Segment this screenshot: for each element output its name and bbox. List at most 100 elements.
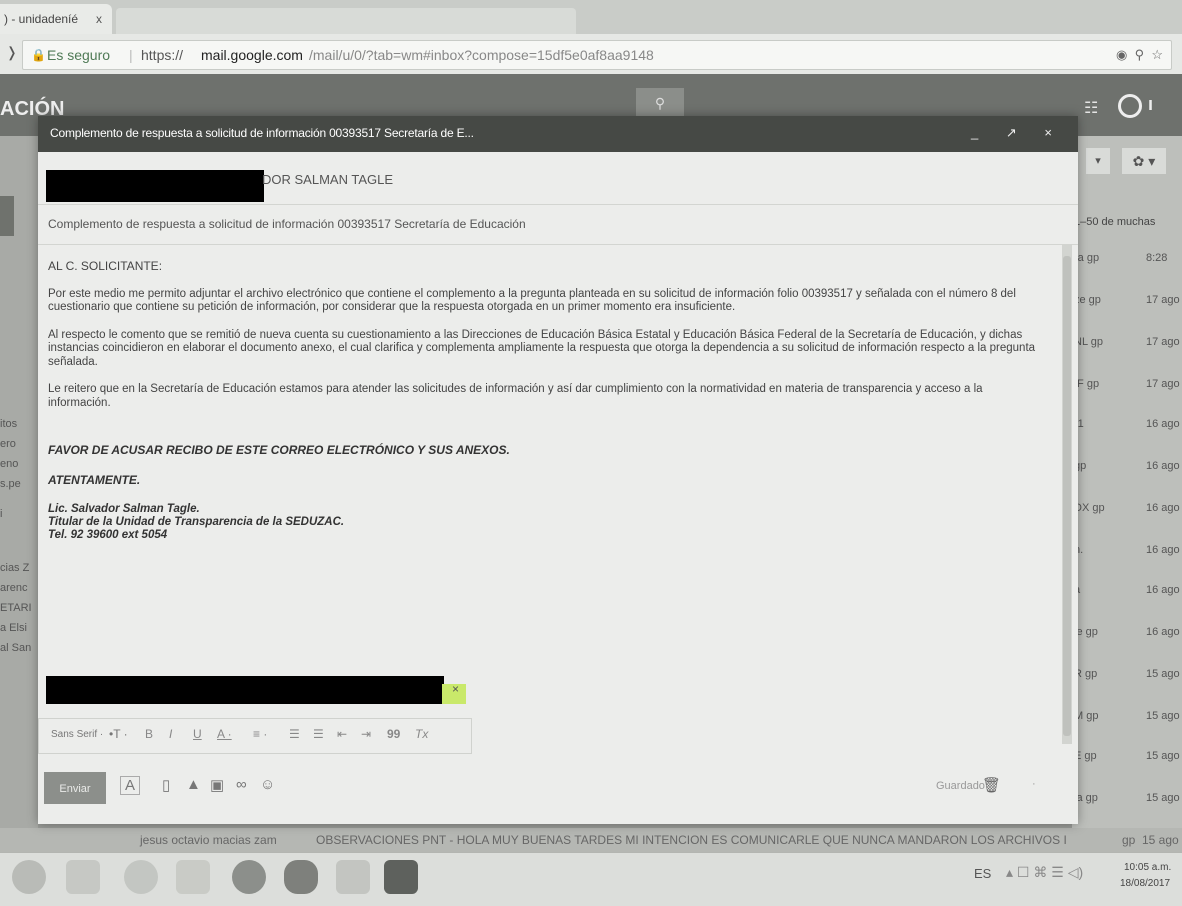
insert-link-icon[interactable]: ∞ [236,776,247,793]
mail-row[interactable]: NL gp 17 ago [1074,336,1182,356]
body-closing: ATENTAMENTE. [48,472,141,487]
message-body[interactable]: AL C. SOLICITANTE: Por este medio me per… [48,256,1048,542]
mail-row-date: 17 ago [1146,294,1180,306]
mail-row[interactable]: ze gp 17 ago [1074,294,1182,314]
mail-row-date: 16 ago [1146,626,1180,638]
clock-date[interactable]: 18/08/2017 [1120,878,1170,889]
font-select[interactable]: Sans Serif · [51,729,103,740]
left-nav-item[interactable]: i [0,508,2,520]
signature-name: Lic. Salvador Salman Tagle. [48,503,200,515]
bold-button[interactable]: B [145,727,153,741]
file-explorer-icon[interactable] [176,860,210,894]
url-path: /mail/u/0/?tab=wm#inbox?compose=15df5e0a… [309,47,654,63]
text-format-icon[interactable]: A [120,776,141,795]
scrollbar-thumb[interactable] [1063,256,1071,736]
bulleted-list-button[interactable]: ☰ [313,727,324,741]
url-host: mail.google.com [201,47,303,63]
mail-row[interactable]: R gp 15 ago [1074,668,1182,688]
align-button[interactable]: ≡ · [253,727,267,741]
attachment-redacted [46,676,444,704]
lock-icon: 🔒 [31,48,46,62]
gear-icon[interactable]: ✿ ▾ [1122,148,1166,174]
mail-row-bottom[interactable]: jesus octavio macias zam OBSERVACIONES P… [0,828,1182,852]
browser-tab[interactable]: ) - unidadeníé x [0,4,112,34]
media-player-icon[interactable] [66,860,100,894]
emoji-icon[interactable]: ☺ [260,776,275,793]
mail-row[interactable]: E gp 15 ago [1074,750,1182,770]
mail-row-date: 16 ago [1146,544,1180,556]
start-icon[interactable] [12,860,46,894]
internet-explorer-icon[interactable] [124,860,158,894]
mail-row[interactable]: M gp 15 ago [1074,710,1182,730]
left-nav-item[interactable]: a Elsi [0,622,27,634]
back-icon[interactable]: ❭ [6,44,18,61]
compose-window: Complemento de respuesta a solicitud de … [38,116,1078,824]
mail-row-date: 17 ago [1146,336,1180,348]
subject-field[interactable]: Complemento de respuesta a solicitud de … [38,208,1078,245]
new-tab-area[interactable] [116,8,576,34]
left-nav-item[interactable]: al San [0,642,31,654]
insert-photo-icon[interactable]: ▣ [210,776,224,794]
indent-more-button[interactable]: ⇥ [361,727,371,741]
drive-icon[interactable]: ▲ [186,776,201,793]
system-tray-icons[interactable]: ▴ ☐ ⌘ ☰ ◁) [1006,864,1083,881]
left-nav-item[interactable]: itos [0,418,17,430]
font-size-select[interactable]: •T · [109,727,128,741]
mail-row-date: 16 ago [1146,460,1180,472]
numbered-list-button[interactable]: ☰ [289,727,300,741]
search-icon[interactable]: ⚲ [636,88,684,118]
remove-attachment-icon[interactable]: × [452,682,459,696]
network-tool-icon[interactable] [336,860,370,894]
text-color-button[interactable]: A · [217,727,232,741]
mail-row[interactable]: DX gp 16 ago [1074,502,1182,522]
apps-grid-icon[interactable]: ☷ [1084,98,1098,118]
notifications-icon[interactable] [1118,94,1142,118]
quote-button[interactable]: 99 [387,727,400,741]
compose-title-bar[interactable]: Complemento de respuesta a solicitud de … [38,116,1078,152]
mail-row-date: 8:28 [1146,252,1168,264]
clear-format-button[interactable]: Tx [415,727,428,741]
left-nav-item[interactable]: s.pe [0,478,21,490]
app-icon[interactable] [284,860,318,894]
left-nav-item[interactable]: ETARI [0,602,32,614]
mail-row-date: 16 ago [1146,418,1180,430]
recipients-field[interactable]: DOR SALMAN TAGLE [38,164,1078,205]
mail-row[interactable]: gp 16 ago [1074,460,1182,480]
mail-row[interactable]: la gp 15 ago [1074,792,1182,812]
chrome-icon[interactable] [232,860,266,894]
mail-row[interactable]: ra gp 8:28 [1074,252,1182,272]
italic-button[interactable]: I [169,727,172,741]
mail-row[interactable]: r1 16 ago [1074,418,1182,438]
attach-file-icon[interactable]: ▯ [162,776,170,794]
more-menu-button[interactable]: ▾ [1086,148,1110,174]
language-indicator[interactable]: ES [974,866,991,881]
address-bar[interactable]: 🔒 Es seguro | https:// mail.google.com /… [22,40,1172,70]
mail-row[interactable]: a16 ago [1074,584,1182,604]
clock-time[interactable]: 10:05 a.m. [1124,862,1171,873]
url-separator: | [129,47,133,63]
acrobat-icon[interactable] [384,860,418,894]
tab-close-icon[interactable]: x [96,4,102,34]
trash-icon[interactable]: 🗑 [982,776,1001,794]
saved-status: Guardado [936,780,985,792]
compose-title: Complemento de respuesta a solicitud de … [50,126,474,140]
mail-list-panel [1072,136,1182,854]
send-button[interactable]: Enviar [44,772,106,804]
window-controls[interactable]: _ ↗ × [971,125,1064,141]
indent-less-button[interactable]: ⇤ [337,727,347,741]
mail-row[interactable]: n. 16 ago [1074,544,1182,564]
mail-row[interactable]: IF gp 17 ago [1074,378,1182,398]
left-nav-item[interactable]: ero [0,438,16,450]
underline-button[interactable]: U [193,727,202,741]
mail-row-sender: jesus octavio macias zam [140,833,277,847]
address-bar-icons[interactable]: ◉ ⚲ ☆ [1116,41,1163,69]
secure-label: Es seguro [47,47,111,63]
body-acknowledgement: FAVOR DE ACUSAR RECIBO DE ESTE CORREO EL… [48,443,510,457]
left-nav-compose[interactable] [0,196,14,236]
left-nav-item[interactable]: cias Z [0,562,29,574]
more-options-icon[interactable]: · [1032,778,1036,790]
left-nav-item[interactable]: arenc [0,582,28,594]
account-icon[interactable]: ı [1148,94,1153,115]
left-nav-item[interactable]: eno [0,458,18,470]
mail-row[interactable]: le gp 16 ago [1074,626,1182,646]
